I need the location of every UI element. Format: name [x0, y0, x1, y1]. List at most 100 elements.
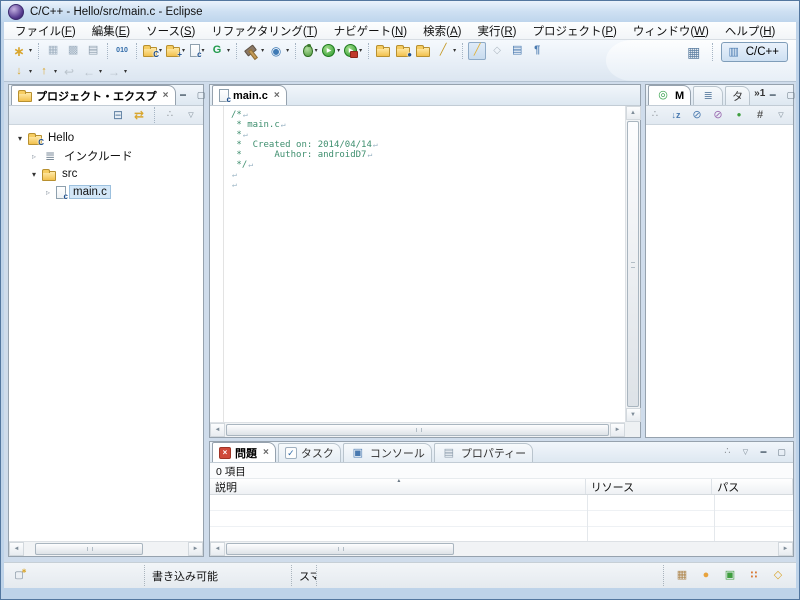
dropdown-arrow-icon[interactable]: ▾ — [315, 47, 318, 54]
dropdown-arrow-icon[interactable]: ▾ — [286, 47, 289, 54]
title-bar[interactable]: C/C++ - Hello/src/main.c - Eclipse — [1, 1, 799, 22]
sort-alpha-button[interactable]: ↓z — [667, 106, 685, 124]
menu-item-0[interactable]: ファイル(F) — [7, 22, 84, 40]
dropdown-arrow-icon[interactable]: ▾ — [29, 47, 32, 54]
hide-inactive-button[interactable]: ● — [730, 106, 748, 124]
trim-image-button[interactable]: ▣ — [721, 567, 739, 585]
hide-macros-button[interactable]: # — [751, 106, 769, 124]
scroll-thumb[interactable] — [226, 543, 454, 555]
collapse-all-button[interactable]: ⊟ — [109, 106, 127, 124]
save-all-button[interactable]: ▩ — [64, 42, 82, 60]
show-blocks-button[interactable]: ▤ — [508, 42, 526, 60]
collapsed-arrow-icon[interactable]: ▹ — [43, 188, 53, 197]
search-folder-button[interactable] — [414, 42, 432, 60]
expanded-arrow-icon[interactable]: ▾ — [29, 170, 39, 179]
tree-item-1[interactable]: ▹≣インクルード — [9, 147, 203, 165]
menu-item-7[interactable]: プロジェクト(P) — [524, 22, 624, 40]
hide-fields-button[interactable]: ⊘ — [688, 106, 706, 124]
trim-dots-button[interactable]: ∷ — [745, 567, 763, 585]
scroll-thumb[interactable] — [35, 543, 143, 555]
scroll-thumb[interactable] — [627, 121, 639, 407]
minimize-view-button[interactable]: ▬ — [176, 89, 191, 102]
right-tab-2[interactable]: タ — [725, 86, 750, 105]
scroll-left-icon[interactable]: ◄ — [210, 542, 225, 556]
close-icon[interactable]: × — [163, 90, 169, 101]
menu-dropdown-button[interactable]: ▽ — [738, 446, 753, 459]
dropdown-arrow-icon[interactable]: ▾ — [337, 47, 340, 54]
close-icon[interactable]: × — [263, 447, 269, 458]
menu-item-9[interactable]: ヘルプ(H) — [717, 22, 784, 40]
back-button[interactable]: ←▾ — [80, 63, 103, 81]
tab-project-explorer[interactable]: プロジェクト・エクスプ × — [11, 85, 176, 105]
column-header-1[interactable]: リソース — [586, 479, 713, 494]
menu-item-4[interactable]: ナビゲート(N) — [326, 22, 416, 40]
menu-item-3[interactable]: リファクタリング(T) — [203, 22, 325, 40]
open-perspective-button[interactable]: ▦ — [685, 43, 703, 61]
scroll-left-icon[interactable]: ◄ — [9, 542, 24, 556]
minimize-button[interactable]: ▬ — [756, 446, 771, 459]
problems-table-rows[interactable] — [210, 495, 793, 541]
new-cpp-class-button[interactable]: ▾ — [165, 42, 186, 60]
maximize-button[interactable]: ▢ — [774, 446, 789, 459]
perspective-cpp-button[interactable]: ▥ C/C++ — [721, 42, 788, 62]
right-tab-0[interactable]: ◎M — [648, 85, 691, 105]
column-header-0[interactable]: 説明▴ — [210, 479, 586, 494]
last-edit-location-button[interactable]: ↩ — [60, 63, 78, 81]
save-button[interactable]: ▦ — [44, 42, 62, 60]
debug-button[interactable]: ▾ — [301, 42, 319, 60]
view-menu-button[interactable]: ∴ — [161, 106, 179, 124]
dropdown-arrow-icon[interactable]: ▾ — [99, 68, 102, 75]
link-with-editor-button[interactable]: ⇄ — [130, 106, 148, 124]
scroll-left-icon[interactable]: ◄ — [210, 423, 225, 437]
dropdown-arrow-icon[interactable]: ▾ — [453, 47, 456, 54]
trim-orb-button[interactable]: ● — [697, 567, 715, 585]
tree-item-2[interactable]: ▾src — [9, 165, 203, 183]
new-c-file-button[interactable]: ▾ — [188, 42, 206, 60]
dropdown-arrow-icon[interactable]: ▾ — [124, 68, 127, 75]
menu-item-1[interactable]: 編集(E) — [84, 22, 138, 40]
prev-annotation-button[interactable]: ↑▾ — [35, 63, 58, 81]
close-icon[interactable]: × — [274, 90, 280, 101]
editor-content[interactable]: /*↵ * main.c↵ *↵ * Created on: 2014/04/1… — [225, 106, 625, 422]
problems-hscrollbar[interactable]: ◄ ► — [210, 541, 793, 556]
column-header-2[interactable]: パス — [712, 479, 793, 494]
run-external-button[interactable]: ▾ — [343, 42, 363, 60]
last-edit-pen-button[interactable]: ╱▾ — [434, 42, 457, 60]
highlight-button[interactable]: ╱ — [468, 42, 486, 60]
new-c-project-button[interactable]: ▾ — [142, 42, 163, 60]
dropdown-arrow-icon[interactable]: ▾ — [261, 47, 264, 54]
editor-vscrollbar[interactable]: ▲ ▼ — [625, 106, 640, 422]
editor-hscrollbar[interactable]: ◄ ► — [210, 422, 625, 437]
scroll-right-icon[interactable]: ► — [610, 423, 625, 437]
new-wizard-button[interactable]: ∗▾ — [10, 42, 33, 60]
build-button[interactable]: ▾ — [242, 42, 265, 60]
bottom-tab-3[interactable]: ▤プロパティー — [434, 443, 533, 462]
hide-static-button[interactable]: ⊘ — [709, 106, 727, 124]
forward-button[interactable]: →▾ — [105, 63, 128, 81]
bottom-tab-2[interactable]: ▣コンソール — [343, 443, 432, 462]
bottom-tab-1[interactable]: ✓タスク — [278, 443, 341, 462]
run-button[interactable]: ▾ — [321, 42, 341, 60]
tree-item-0[interactable]: ▾Hello — [9, 129, 203, 147]
open-element-button[interactable] — [394, 42, 412, 60]
project-explorer-hscrollbar[interactable]: ◄ ► — [9, 541, 203, 556]
print-button[interactable]: ▤ — [84, 42, 102, 60]
right-tab-1[interactable]: ≣ — [693, 86, 723, 105]
bottom-tab-0[interactable]: ×問題× — [212, 442, 276, 462]
menu-dropdown-button[interactable]: ▽ — [772, 106, 790, 124]
dropdown-arrow-icon[interactable]: ▾ — [54, 68, 57, 75]
show-whitespace-button[interactable]: ¶ — [528, 42, 546, 60]
menu-dropdown-button[interactable]: ▽ — [182, 106, 200, 124]
trim-box-button[interactable]: ▦ — [673, 567, 691, 585]
menu-item-6[interactable]: 実行(R) — [469, 22, 524, 40]
dropdown-arrow-icon[interactable]: ▾ — [29, 68, 32, 75]
dropdown-arrow-icon[interactable]: ▾ — [227, 47, 230, 54]
dropdown-arrow-icon[interactable]: ▾ — [182, 47, 185, 54]
maximize-view-button[interactable]: ▢ — [783, 89, 798, 102]
scroll-up-icon[interactable]: ▲ — [626, 106, 641, 120]
menu-item-8[interactable]: ウィンドウ(W) — [625, 22, 717, 40]
tab-main-c[interactable]: main.c × — [212, 85, 287, 105]
collapsed-arrow-icon[interactable]: ▹ — [29, 152, 39, 161]
next-annotation-button[interactable]: ↓▾ — [10, 63, 33, 81]
dropdown-arrow-icon[interactable]: ▾ — [359, 47, 362, 54]
